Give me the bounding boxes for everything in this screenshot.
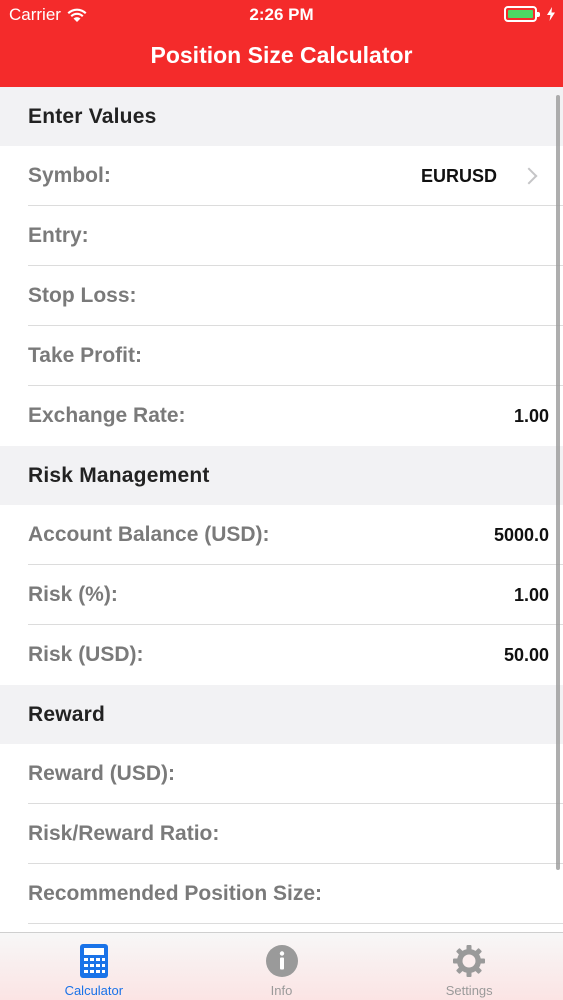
take-profit-label: Take Profit: [28,344,142,367]
battery-icon [504,6,540,22]
charging-bolt-icon [547,7,555,21]
navigation-bar: Carrier 2:26 PM Position Size Calculator [0,0,563,87]
recommended-position-size-label: Recommended Position Size: [28,882,323,905]
battery-indicator [504,6,555,22]
section-header-enter-values: Enter Values [0,87,563,146]
tab-settings[interactable]: Settings [375,933,563,1000]
risk-reward-ratio-row[interactable]: Risk/Reward Ratio: [0,804,563,864]
risk-percent-field[interactable]: 1.00 [514,585,549,606]
exchange-rate-field[interactable]: 1.00 [514,406,549,427]
info-icon [265,943,299,979]
symbol-value: EURUSD [420,165,497,186]
calculator-icon [77,943,111,979]
account-balance-field[interactable]: 5000.0 [494,525,549,546]
risk-percent-row[interactable]: Risk (%): 1.00 [0,565,563,625]
status-bar: Carrier 2:26 PM [0,0,563,30]
symbol-label: Symbol: [28,164,111,187]
take-profit-row[interactable]: Take Profit: [0,326,563,386]
stop-loss-label: Stop Loss: [28,284,137,307]
risk-usd-field[interactable]: 50.00 [504,645,549,666]
section-header-reward: Reward [0,685,563,744]
battery-level [508,10,533,18]
account-balance-row[interactable]: Account Balance (USD): 5000.0 [0,505,563,565]
exchange-rate-row[interactable]: Exchange Rate: 1.00 [0,386,563,446]
tab-calculator[interactable]: Calculator [0,933,188,1000]
chevron-right-icon [520,167,538,185]
gear-icon [452,943,486,979]
symbol-row[interactable]: Symbol: EURUSD [0,146,563,206]
page-title: Position Size Calculator [150,42,413,68]
entry-label: Entry: [28,224,89,247]
status-time: 2:26 PM [249,5,314,24]
entry-row[interactable]: Entry: [0,206,563,266]
reward-usd-label: Reward (USD): [28,762,176,785]
tab-info-label: Info [270,983,293,998]
tab-bar: Calculator Info Settings [0,932,563,1000]
exchange-rate-label: Exchange Rate: [28,404,186,427]
risk-usd-label: Risk (USD): [28,643,144,666]
stop-loss-row[interactable]: Stop Loss: [0,266,563,326]
reward-usd-row[interactable]: Reward (USD): [0,744,563,804]
risk-usd-row[interactable]: Risk (USD): 50.00 [0,625,563,685]
tab-info[interactable]: Info [188,933,376,1000]
risk-reward-ratio-label: Risk/Reward Ratio: [28,822,220,845]
tab-settings-label: Settings [445,983,493,998]
account-balance-label: Account Balance (USD): [28,523,270,546]
section-header-risk-management: Risk Management [0,446,563,505]
calculator-form[interactable]: Enter Values Symbol: EURUSD Entry: Stop … [0,87,563,932]
risk-percent-label: Risk (%): [28,583,118,606]
scrollbar[interactable] [556,95,560,870]
tab-calculator-label: Calculator [64,983,124,998]
recommended-position-size-row[interactable]: Recommended Position Size: [0,864,563,924]
